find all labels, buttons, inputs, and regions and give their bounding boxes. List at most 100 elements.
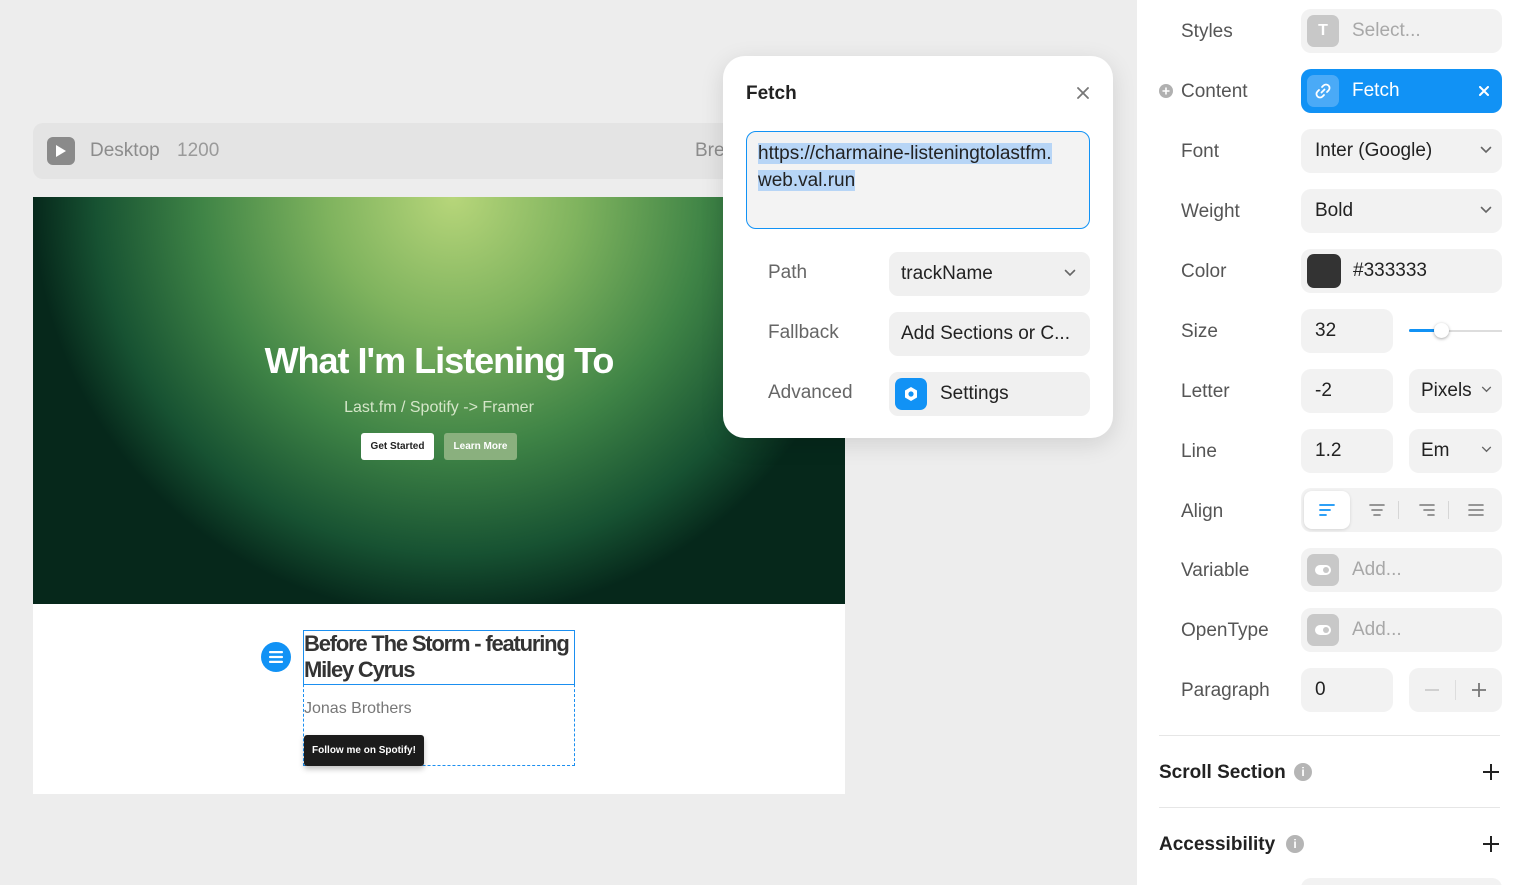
chevron-down-icon (1480, 206, 1492, 214)
settings-icon (895, 378, 927, 410)
align-justify-icon (1468, 504, 1484, 516)
size-slider-handle[interactable] (1434, 323, 1449, 338)
info-icon[interactable]: i (1286, 835, 1304, 853)
path-select[interactable]: trackName (889, 252, 1090, 296)
popover-title: Fetch (746, 83, 797, 104)
add-accessibility-button[interactable] (1481, 834, 1501, 854)
plus-icon[interactable] (1472, 683, 1486, 697)
track-name[interactable]: Before The Storm - featuring Miley Cyrus (304, 631, 576, 683)
align-segmented-control (1301, 488, 1502, 532)
plus-icon (1483, 836, 1499, 852)
variable-field[interactable]: Add... (1301, 548, 1502, 592)
fallback-field[interactable]: Add Sections or C... (889, 312, 1090, 356)
link-icon (1307, 75, 1339, 107)
close-button[interactable] (1072, 82, 1094, 104)
size-label: Size (1181, 321, 1218, 342)
fallback-value: Add Sections or C... (901, 323, 1070, 344)
align-label: Align (1181, 501, 1224, 522)
plus-circle-icon[interactable] (1158, 83, 1174, 99)
scroll-section-title[interactable]: Scroll Section (1159, 762, 1286, 784)
color-swatch[interactable] (1307, 254, 1341, 288)
line-unit-select[interactable]: Em (1409, 429, 1502, 473)
breakpoint-name[interactable]: Desktop (90, 140, 160, 162)
styles-select[interactable]: T Select... (1301, 9, 1502, 53)
color-value: #333333 (1353, 260, 1427, 281)
line-height-input[interactable]: 1.2 (1301, 429, 1393, 473)
text-style-icon: T (1307, 15, 1339, 47)
advanced-label: Advanced (768, 382, 853, 403)
minus-icon[interactable] (1425, 689, 1439, 691)
size-input[interactable]: 32 (1301, 309, 1393, 353)
chevron-down-icon (1480, 146, 1492, 154)
divider (1159, 807, 1500, 808)
accessibility-title[interactable]: Accessibility (1159, 834, 1275, 856)
styles-label: Styles (1181, 21, 1233, 42)
toggle-icon (1307, 554, 1339, 586)
toggle-icon (1307, 614, 1339, 646)
path-label: Path (768, 262, 808, 283)
content-fetch-field[interactable]: Fetch (1301, 69, 1502, 113)
paragraph-stepper (1409, 668, 1502, 712)
learn-more-button[interactable]: Learn More (444, 433, 517, 460)
breakpoint-width: 1200 (177, 140, 220, 161)
content-label: Content (1181, 81, 1248, 102)
color-field[interactable]: #333333 (1301, 249, 1502, 293)
preview-play-button[interactable] (47, 137, 75, 165)
advanced-settings-button[interactable]: Settings (889, 372, 1090, 416)
add-scroll-section-button[interactable] (1481, 762, 1501, 782)
align-left-button[interactable] (1304, 491, 1350, 529)
stepper-separator (1455, 680, 1456, 700)
variable-label: Variable (1181, 560, 1250, 581)
fallback-label: Fallback (768, 322, 839, 343)
chevron-down-icon (1481, 446, 1492, 453)
opentype-placeholder: Add... (1352, 619, 1402, 640)
align-center-button[interactable] (1354, 491, 1400, 529)
breakpoint-bar: Desktop 1200 Bre (33, 123, 773, 179)
artist-name[interactable]: Jonas Brothers (304, 700, 412, 718)
play-icon (56, 145, 66, 157)
url-line-2: web.val.run (758, 170, 856, 191)
styles-placeholder: Select... (1352, 20, 1421, 41)
follow-spotify-button[interactable]: Follow me on Spotify! (304, 735, 424, 766)
weight-select[interactable]: Bold (1301, 189, 1502, 233)
properties-panel: Styles T Select... Content Fetch Font In… (1137, 0, 1520, 885)
fetch-popover: Fetch https://charmaine-listeningtolastf… (723, 56, 1113, 438)
size-value: 32 (1315, 320, 1337, 341)
align-right-button[interactable] (1404, 491, 1450, 529)
next-field-partial (1301, 878, 1502, 885)
next-breakpoint-label[interactable]: Bre (695, 140, 725, 162)
letter-unit: Pixels (1421, 380, 1472, 401)
letter-value: -2 (1315, 380, 1332, 401)
list-icon (269, 651, 283, 663)
url-line-1: https://charmaine-listeningtolastfm. (758, 143, 1052, 164)
font-label: Font (1181, 141, 1220, 162)
variable-placeholder: Add... (1352, 559, 1402, 580)
opentype-field[interactable]: Add... (1301, 608, 1502, 652)
letter-spacing-input[interactable]: -2 (1301, 369, 1393, 413)
url-input[interactable]: https://charmaine-listeningtolastfm. web.… (746, 131, 1090, 229)
remove-icon[interactable] (1479, 86, 1489, 96)
close-icon (1077, 87, 1089, 99)
align-justify-button[interactable] (1453, 491, 1499, 529)
align-left-icon (1319, 504, 1335, 516)
divider (1159, 735, 1500, 736)
color-label: Color (1181, 261, 1227, 282)
line-label: Line (1181, 441, 1217, 462)
letter-unit-select[interactable]: Pixels (1409, 369, 1502, 413)
align-right-icon (1419, 504, 1435, 516)
paragraph-input[interactable]: 0 (1301, 668, 1393, 712)
weight-label: Weight (1181, 201, 1240, 222)
weight-value: Bold (1315, 200, 1354, 221)
advanced-value: Settings (940, 383, 1009, 404)
chevron-down-icon (1481, 386, 1492, 393)
font-select[interactable]: Inter (Google) (1301, 129, 1502, 173)
line-value: 1.2 (1315, 440, 1342, 461)
stack-icon[interactable] (261, 642, 291, 672)
align-center-icon (1369, 504, 1385, 516)
paragraph-label: Paragraph (1181, 680, 1270, 701)
letter-label: Letter (1181, 381, 1230, 402)
get-started-button[interactable]: Get Started (361, 433, 434, 460)
line-unit: Em (1421, 440, 1450, 461)
path-value: trackName (901, 263, 993, 284)
info-icon[interactable]: i (1294, 763, 1312, 781)
